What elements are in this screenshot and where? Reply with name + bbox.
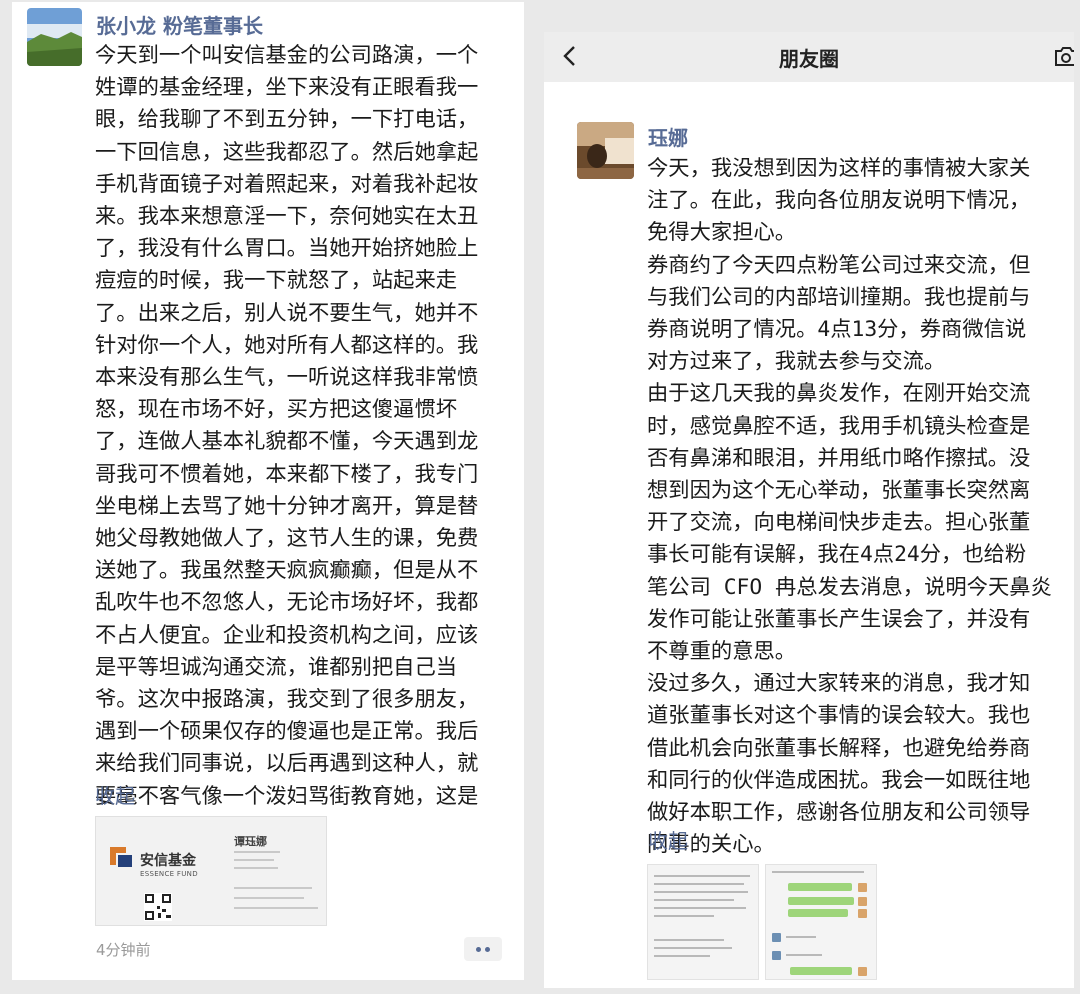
chat-bubble xyxy=(788,909,848,917)
collapse-link[interactable]: 收起 xyxy=(95,780,135,809)
dot-icon xyxy=(476,946,481,952)
moments-post-right: 朋友圈 珏娜 今天，我没想到因为这样的事情被大家关 注了。在此，我向各位朋友说明… xyxy=(544,32,1074,988)
dot-icon xyxy=(485,946,490,952)
page-title: 朋友圈 xyxy=(779,47,839,71)
chat-avatar xyxy=(772,933,781,942)
chat-text-line xyxy=(654,947,732,949)
post-image-chat-screenshot[interactable] xyxy=(765,864,877,980)
post-timestamp: 4分钟前 xyxy=(96,941,151,959)
moments-post-left: 张小龙 粉笔董事长 今天到一个叫安信基金的公司路演，一个 姓谭的基金经理，坐下来… xyxy=(12,2,524,980)
chat-text-line xyxy=(654,907,746,909)
chat-avatar xyxy=(858,883,867,892)
fund-logo-icon xyxy=(110,847,132,867)
chat-text-line xyxy=(654,939,724,941)
more-actions-button[interactable] xyxy=(464,937,502,961)
chat-avatar xyxy=(858,909,867,918)
post-image-business-card[interactable]: 安信基金 ESSENCE FUND 谭珏娜 xyxy=(95,816,327,926)
chat-avatar xyxy=(858,897,867,906)
card-company: 安信基金 xyxy=(140,853,196,869)
post-text: 今天到一个叫安信基金的公司路演，一个 姓谭的基金经理，坐下来没有正眼看我一 眼，… xyxy=(95,43,479,841)
post-image-chat-screenshot[interactable] xyxy=(647,864,759,980)
chat-bubble xyxy=(788,897,854,905)
chat-text-line xyxy=(654,875,750,877)
avatar[interactable] xyxy=(577,122,634,179)
chat-bubble xyxy=(790,967,852,975)
chat-text-line xyxy=(654,955,710,957)
chat-text-line xyxy=(772,871,864,873)
post-username[interactable]: 张小龙 粉笔董事长 xyxy=(96,10,263,39)
card-text-line xyxy=(234,851,280,853)
top-nav-bar: 朋友圈 xyxy=(544,32,1074,82)
chat-text-line xyxy=(654,915,714,917)
card-text-line xyxy=(234,887,312,889)
chat-text-line xyxy=(654,891,748,893)
card-person-name: 谭珏娜 xyxy=(234,835,267,848)
chat-text-line xyxy=(786,954,822,956)
camera-icon[interactable] xyxy=(1054,45,1074,67)
avatar[interactable] xyxy=(27,8,82,66)
chat-avatar xyxy=(858,967,867,976)
qr-code-icon xyxy=(144,893,172,921)
card-text-line xyxy=(234,907,318,909)
post-username[interactable]: 珏娜 xyxy=(648,122,688,151)
chat-text-line xyxy=(654,883,744,885)
chat-bubble xyxy=(788,883,852,891)
post-text: 今天，我没想到因为这样的事情被大家关 注了。在此，我向各位朋友说明下情况， 免得… xyxy=(647,156,1052,858)
chat-text-line xyxy=(786,936,816,938)
card-text-line xyxy=(234,859,274,861)
card-text-line xyxy=(234,867,278,869)
collapse-link[interactable]: 收起 xyxy=(648,825,688,854)
card-text-line xyxy=(234,897,304,899)
card-company-en: ESSENCE FUND xyxy=(140,870,198,878)
chat-text-line xyxy=(654,899,734,901)
chat-avatar xyxy=(772,951,781,960)
